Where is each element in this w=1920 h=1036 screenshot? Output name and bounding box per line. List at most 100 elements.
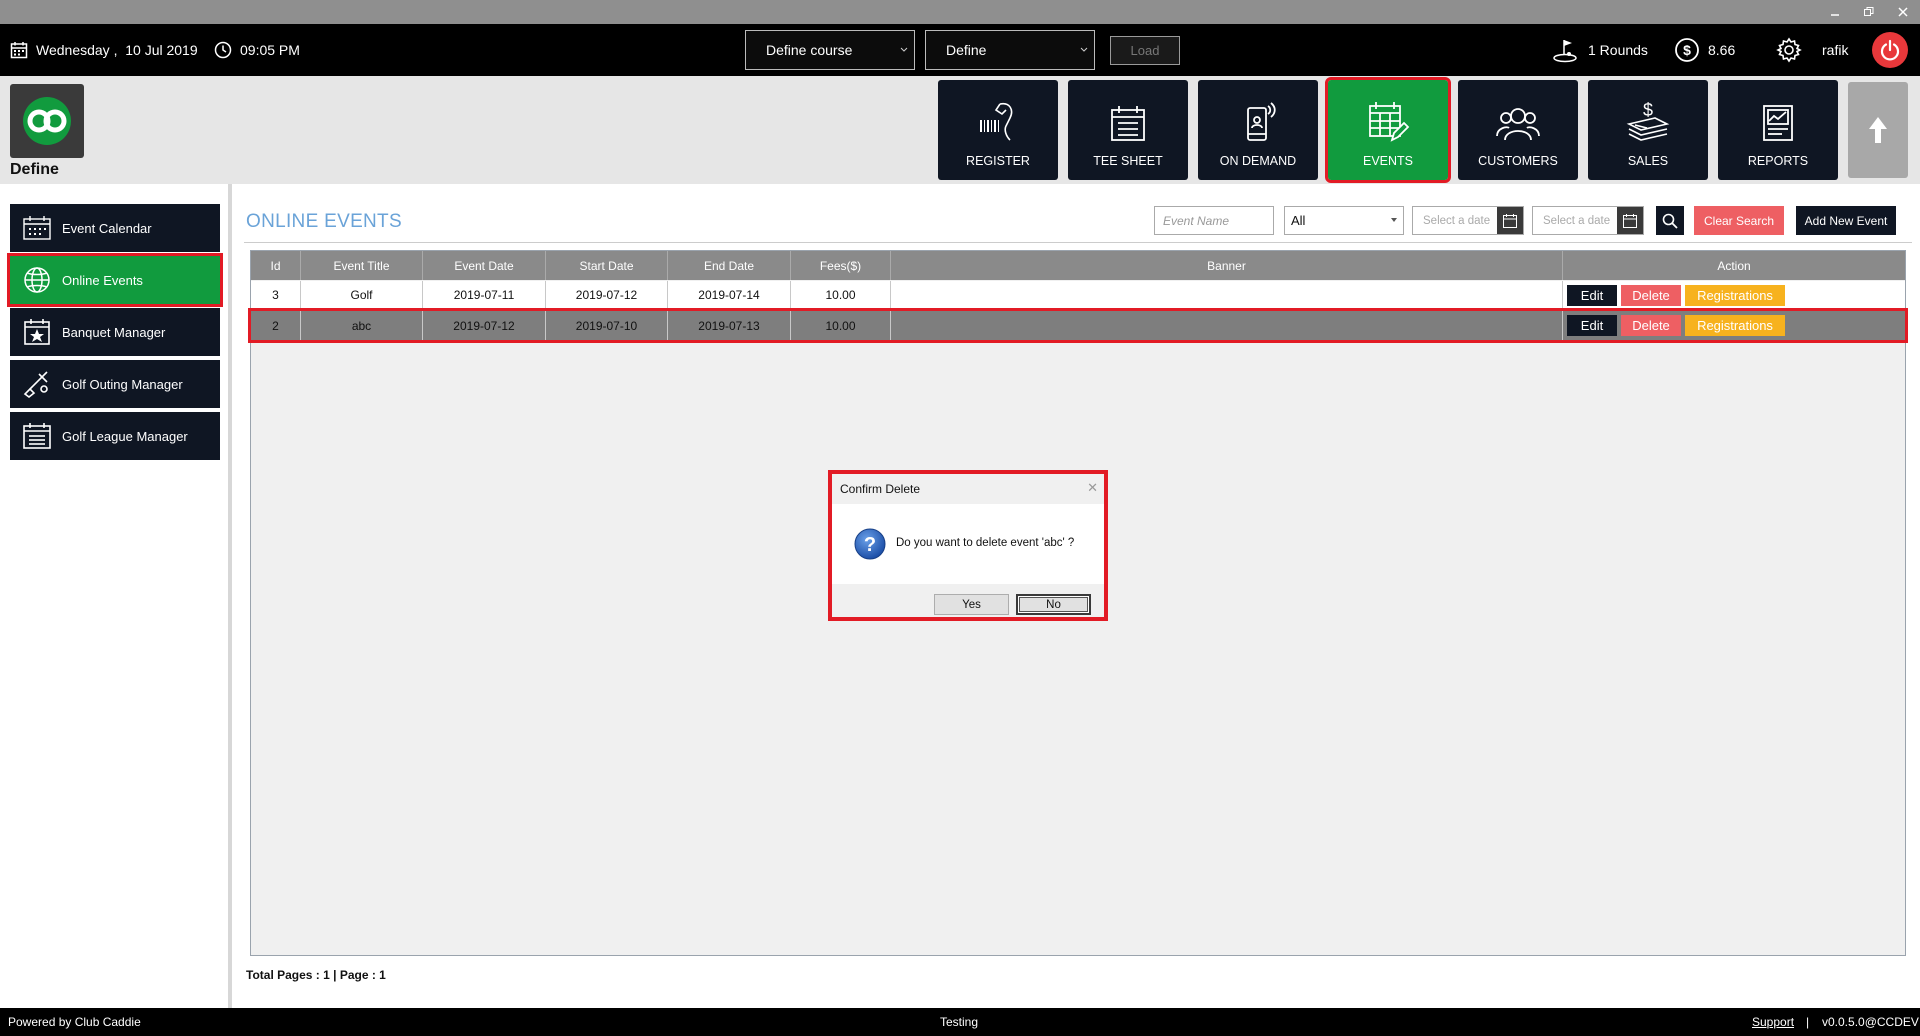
search-button[interactable] bbox=[1656, 206, 1684, 235]
search-icon bbox=[1662, 213, 1678, 229]
app-title: Define bbox=[10, 161, 59, 178]
edit-button[interactable]: Edit bbox=[1567, 315, 1617, 336]
cell-title: Golf bbox=[301, 281, 423, 310]
footer: Powered by Club Caddie Testing Support |… bbox=[0, 1008, 1920, 1036]
calendar-picker-icon[interactable] bbox=[1497, 207, 1523, 234]
start-date-input[interactable]: Select a date bbox=[1412, 206, 1524, 235]
table-header: Id Event Title Event Date Start Date End… bbox=[251, 251, 1905, 280]
registrations-button[interactable]: Registrations bbox=[1685, 315, 1785, 336]
nav-label: REGISTER bbox=[966, 154, 1030, 168]
user-name[interactable]: rafik bbox=[1822, 24, 1848, 76]
column-header[interactable]: Id bbox=[251, 251, 301, 280]
registrations-button[interactable]: Registrations bbox=[1685, 284, 1785, 306]
money-stack-icon: $ bbox=[1625, 100, 1671, 144]
calendar-star-icon bbox=[22, 318, 52, 346]
window-titlebar bbox=[0, 0, 1920, 24]
sidebar-item-online-events[interactable]: Online Events bbox=[7, 253, 223, 307]
nav-label: ON DEMAND bbox=[1219, 154, 1297, 168]
column-header[interactable]: End Date bbox=[668, 251, 791, 280]
end-date-input[interactable]: Select a date bbox=[1532, 206, 1644, 235]
sidebar-item-golf-outing-manager[interactable]: Golf Outing Manager bbox=[10, 360, 220, 408]
no-button[interactable]: No bbox=[1016, 594, 1091, 615]
nav-on-demand[interactable]: ON DEMAND bbox=[1198, 80, 1318, 180]
pagination-info: Total Pages : 1 | Page : 1 bbox=[246, 968, 386, 982]
chevron-down-icon bbox=[1080, 45, 1088, 53]
calendar-icon bbox=[10, 41, 28, 59]
logout-button[interactable] bbox=[1872, 32, 1908, 68]
nav-label: REPORTS bbox=[1747, 154, 1809, 168]
page-title: ONLINE EVENTS bbox=[246, 211, 402, 232]
scroll-top-button[interactable] bbox=[1848, 82, 1908, 178]
table-row[interactable]: 3 Golf 2019-07-11 2019-07-12 2019-07-14 … bbox=[251, 281, 1905, 310]
barcode-scanner-icon bbox=[976, 100, 1020, 144]
close-window-button[interactable] bbox=[1890, 2, 1916, 22]
sidebar-item-label: Event Calendar bbox=[62, 220, 152, 236]
column-header[interactable]: Fees($) bbox=[791, 251, 891, 280]
start-date-placeholder: Select a date bbox=[1423, 214, 1491, 227]
confirm-delete-dialog: Confirm Delete ✕ ? Do you want to delete… bbox=[828, 470, 1108, 621]
chevron-down-icon bbox=[900, 45, 908, 53]
arrow-up-icon bbox=[1867, 115, 1889, 145]
rounds-display[interactable]: 1 Rounds bbox=[1552, 24, 1648, 76]
date-text: Wednesday , 10 Jul 2019 bbox=[36, 42, 198, 58]
settings-button[interactable] bbox=[1776, 24, 1802, 76]
powered-by: Powered by Club Caddie bbox=[8, 1015, 141, 1029]
cell-event-date: 2019-07-11 bbox=[423, 281, 546, 310]
define-select[interactable]: Define bbox=[925, 30, 1095, 70]
cell-actions: Edit Delete Registrations bbox=[1563, 281, 1905, 310]
clear-search-button[interactable]: Clear Search bbox=[1694, 206, 1784, 235]
status-select[interactable]: All bbox=[1284, 206, 1404, 235]
nav-reports[interactable]: REPORTS bbox=[1718, 80, 1838, 180]
golf-flag-icon bbox=[1552, 37, 1580, 63]
cell-start-date: 2019-07-10 bbox=[546, 311, 668, 340]
list-calendar-icon bbox=[22, 422, 52, 450]
minimize-button[interactable] bbox=[1822, 2, 1848, 22]
nav-customers[interactable]: CUSTOMERS bbox=[1458, 80, 1578, 180]
gear-icon bbox=[1776, 37, 1802, 63]
sidebar-item-golf-league-manager[interactable]: Golf League Manager bbox=[10, 412, 220, 460]
nav-tee-sheet[interactable]: TEE SHEET bbox=[1068, 80, 1188, 180]
column-header[interactable]: Event Title bbox=[301, 251, 423, 280]
table-row-selected[interactable]: 2 abc 2019-07-12 2019-07-10 2019-07-13 1… bbox=[248, 308, 1908, 343]
nav-sales[interactable]: $ SALES bbox=[1588, 80, 1708, 180]
column-header[interactable]: Banner bbox=[891, 251, 1563, 280]
balance-display[interactable]: $ 8.66 bbox=[1674, 24, 1735, 76]
sidebar-item-label: Golf League Manager bbox=[62, 428, 188, 444]
divider bbox=[244, 242, 1912, 243]
restore-button[interactable] bbox=[1856, 2, 1882, 22]
cell-title: abc bbox=[301, 311, 423, 340]
close-icon[interactable]: ✕ bbox=[1087, 480, 1098, 496]
cell-id: 2 bbox=[251, 311, 301, 340]
column-header[interactable]: Start Date bbox=[546, 251, 668, 280]
svg-text:?: ? bbox=[864, 534, 876, 556]
sidebar-item-banquet-manager[interactable]: Banquet Manager bbox=[10, 308, 220, 356]
report-chart-icon bbox=[1758, 102, 1798, 144]
date-display: Wednesday , 10 Jul 2019 bbox=[10, 24, 198, 76]
delete-button[interactable]: Delete bbox=[1621, 315, 1681, 336]
column-header: Action bbox=[1563, 251, 1905, 280]
load-button[interactable]: Load bbox=[1110, 36, 1180, 65]
nav-events[interactable]: EVENTS bbox=[1325, 77, 1451, 183]
add-new-event-button[interactable]: Add New Event bbox=[1796, 206, 1896, 235]
dialog-title: Confirm Delete bbox=[840, 482, 921, 496]
sidebar-item-event-calendar[interactable]: Event Calendar bbox=[10, 204, 220, 252]
sidebar-item-label: Golf Outing Manager bbox=[62, 376, 183, 392]
calendar-picker-icon[interactable] bbox=[1617, 207, 1643, 234]
rounds-text: 1 Rounds bbox=[1588, 42, 1648, 58]
event-name-input[interactable]: Event Name bbox=[1154, 206, 1274, 235]
sidebar-item-label: Online Events bbox=[62, 272, 143, 288]
delete-button[interactable]: Delete bbox=[1621, 284, 1681, 306]
support-link[interactable]: Support bbox=[1752, 1015, 1794, 1029]
column-header[interactable]: Event Date bbox=[423, 251, 546, 280]
course-select[interactable]: Define course bbox=[745, 30, 915, 70]
golf-club-icon bbox=[22, 369, 52, 399]
nav-register[interactable]: REGISTER bbox=[938, 80, 1058, 180]
yes-button[interactable]: Yes bbox=[934, 594, 1009, 615]
cell-end-date: 2019-07-14 bbox=[668, 281, 791, 310]
end-date-placeholder: Select a date bbox=[1543, 214, 1611, 227]
svg-text:$: $ bbox=[1643, 100, 1653, 120]
nav-label: CUSTOMERS bbox=[1478, 154, 1558, 168]
define-select-value: Define bbox=[946, 42, 987, 58]
edit-button[interactable]: Edit bbox=[1567, 284, 1617, 306]
top-bar: Wednesday , 10 Jul 2019 09:05 PM Define … bbox=[0, 24, 1920, 76]
